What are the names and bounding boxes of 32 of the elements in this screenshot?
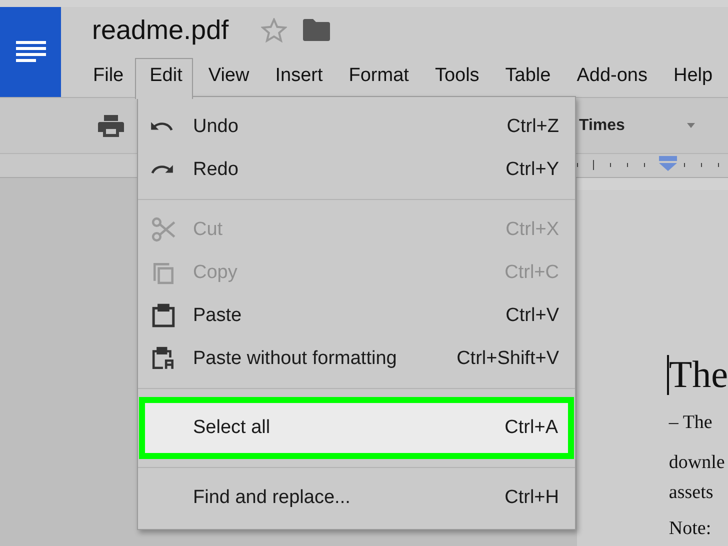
indent-marker-icon[interactable] — [659, 156, 677, 171]
docs-logo-icon[interactable] — [0, 7, 61, 97]
undo-icon — [150, 122, 174, 131]
redo-icon — [150, 165, 174, 174]
scissors-icon — [150, 217, 178, 242]
text-cursor — [666, 355, 669, 395]
heading-text: The — [668, 353, 728, 397]
menu-option[interactable]: Find and replace... Ctrl+H — [138, 476, 575, 519]
caret-icon[interactable] — [686, 123, 695, 128]
menu-item[interactable]: Insert — [260, 58, 334, 97]
menu-item[interactable]: Add-ons — [562, 58, 658, 97]
menu-item[interactable]: Tools — [420, 58, 490, 97]
menu-option[interactable]: Paste Ctrl+V — [138, 294, 575, 337]
menu-item[interactable]: Help — [658, 58, 724, 97]
menu-option[interactable]: Paste without formatting Ctrl+Shift+V — [138, 337, 575, 380]
menu-item[interactable]: View — [193, 58, 260, 97]
menu-item[interactable]: Table — [490, 58, 562, 97]
menu-option[interactable]: Select all Ctrl+A — [139, 397, 574, 459]
folder-icon[interactable] — [302, 19, 330, 41]
body-text: assets — [668, 482, 714, 504]
star-icon[interactable] — [260, 18, 287, 42]
document-title[interactable]: readme.pdf — [92, 14, 229, 46]
body-text: Note: — [668, 518, 712, 540]
print-icon[interactable] — [98, 114, 124, 136]
menu-item[interactable]: Edit — [134, 58, 194, 99]
menu-option[interactable]: Undo Ctrl+Z — [138, 105, 575, 148]
body-text: downle — [668, 452, 726, 474]
menu-item[interactable]: Format — [334, 58, 420, 97]
body-text: – The — [668, 412, 714, 434]
menu-item[interactable]: File — [78, 58, 135, 97]
menu-option[interactable]: Redo Ctrl+Y — [138, 148, 575, 191]
font-dropdown[interactable]: Times — [579, 116, 625, 134]
